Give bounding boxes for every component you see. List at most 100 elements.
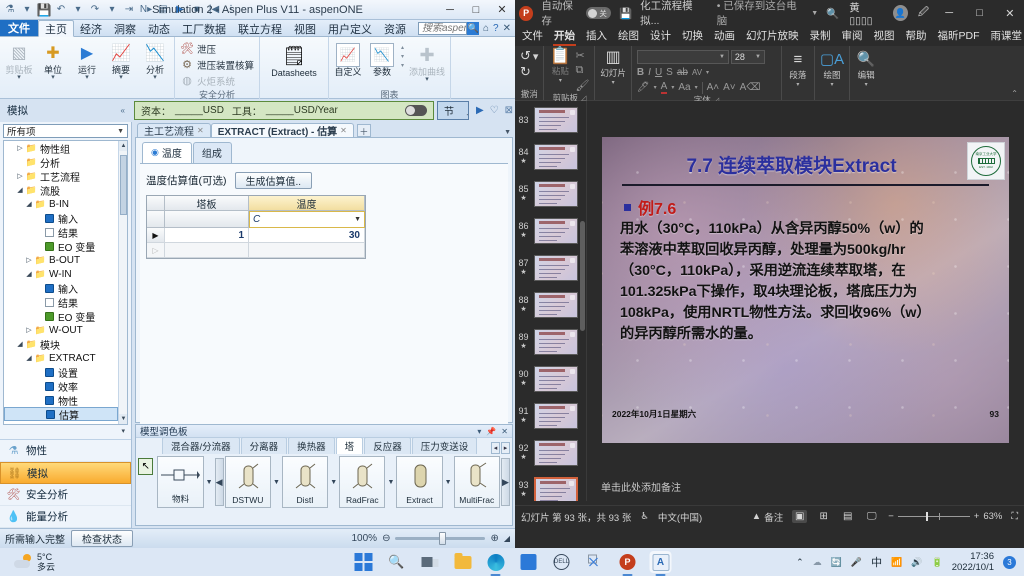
ppt-menu-绘图[interactable]: 绘图 [617, 27, 640, 45]
battery-icon[interactable]: 🔋 [932, 557, 943, 568]
energy-run-icon[interactable]: ▶ [476, 105, 484, 116]
undo-icon[interactable]: ↶ [54, 3, 68, 17]
ribbon-tab-view[interactable]: 视图 [288, 20, 322, 36]
thumbnail-image[interactable] [534, 254, 578, 281]
thumbnail-image[interactable] [534, 328, 578, 355]
quick-access-toolbar[interactable]: ⚗ ▾ 💾 ↶ ▾ ↷ ▾ ⇥ N▸ ▤ ▶ ■ |◀ ⋮ [0, 3, 238, 17]
chevron-down-icon[interactable]: ▼ [715, 54, 725, 60]
close-button[interactable]: ✕ [1000, 7, 1020, 20]
onedrive-icon[interactable]: ☁ [813, 557, 822, 568]
cell-stage[interactable] [165, 243, 249, 258]
slide-body-text[interactable]: 用水（30°C，110kPa）从含异丙醇50%（w）的 苯溶液中萃取回收异丙醇，处… [620, 219, 995, 345]
ribbon-tab-economics[interactable]: 经济 [74, 20, 108, 36]
run-button[interactable]: ▶ 运行 ▾ [71, 39, 103, 81]
chevron-down-icon[interactable]: ▾ [706, 69, 709, 76]
powerpoint-icon[interactable]: P [617, 551, 639, 576]
tree-item-模块[interactable]: ◢ 📁 模块 [4, 337, 118, 352]
dstwu-dropdown-icon[interactable]: ▼ [272, 479, 281, 486]
tree-item-分析[interactable]: 📁 分析 [4, 155, 118, 170]
relief-device-rating-button[interactable]: ⚙ 泄压装置核算 [178, 57, 256, 72]
palette-item-distl[interactable]: DistI [281, 456, 329, 508]
reinit-icon[interactable]: ▤ [156, 3, 170, 17]
language-label[interactable]: 中文(中国) [658, 510, 702, 524]
show-hidden-icons[interactable]: ⌃ [796, 557, 804, 568]
slide-thumbnail[interactable]: 87 ★ [515, 249, 586, 286]
accessibility-icon[interactable]: ♿ [640, 511, 649, 522]
pressure-relief-button[interactable]: 🛠 泄压 [178, 41, 256, 56]
palette-scroll-right[interactable]: ▶ [500, 458, 511, 506]
tree-item-结果[interactable]: 结果 [4, 295, 118, 310]
chevron-down-icon[interactable]: ▾ [695, 84, 698, 91]
new-tab-button[interactable]: ＋ [356, 124, 371, 137]
font-size-select[interactable]: 28 ▼ [730, 50, 765, 64]
palette-cat-mixers[interactable]: 混合器/分流器 [162, 437, 240, 454]
taskbar-center-icons[interactable]: 🔍 DELL P A [353, 551, 672, 576]
tree-item-工艺流程[interactable]: ▷ 📁 工艺流程 [4, 169, 118, 184]
units-button[interactable]: ✚ 单位 ▾ [37, 39, 69, 81]
doc-tab-flowsheet[interactable]: 主工艺流程 ✕ [137, 123, 211, 138]
thumbnail-image[interactable] [534, 291, 578, 318]
scroll-down-icon[interactable]: ▼ [119, 414, 127, 424]
slide-thumbnail[interactable]: 89 ★ [515, 323, 586, 360]
palette-items[interactable]: ↖ 物料 ▼ ◀ DSTWU ▼ DistI ▼ RadFrac ▼ Extra… [136, 454, 512, 510]
ime-icon[interactable]: 中 [871, 554, 882, 570]
energy-heart-icon[interactable]: ♡ [490, 105, 499, 116]
tree-item-b-out[interactable]: ▷ 📁 B-OUT [4, 253, 118, 267]
ribbon-tab-plantdata[interactable]: 工厂数据 [176, 20, 232, 36]
ppt-menu-帮助[interactable]: 帮助 [905, 27, 928, 45]
highlight-color-icon[interactable]: 🖊 [637, 82, 650, 93]
ppt-menu-幻灯片放映[interactable]: 幻灯片放映 [745, 27, 800, 45]
form-tabs[interactable]: ◉ 温度 组成 [136, 138, 512, 163]
aspen-icon[interactable]: A [649, 551, 672, 576]
zoom-out-icon[interactable]: ⊖ [382, 533, 390, 544]
sidebar-item-properties[interactable]: ⚗ 物性 [0, 440, 131, 462]
summary-button[interactable]: 📈 摘要 ▾ [105, 39, 137, 81]
zoom-slider[interactable] [897, 512, 970, 521]
aspen-zoom-control[interactable]: 100% ⊖ ⊕ ◢ [351, 532, 510, 545]
slideshow-button[interactable]: 🖵 [864, 510, 879, 523]
close-icon[interactable]: ✕ [197, 126, 204, 135]
redo-icon[interactable]: ↻ [520, 64, 531, 80]
current-slide[interactable]: 南京工业大学 EST. 1902 7.7 连续萃取模块Extract 例7.6 … [602, 137, 1009, 443]
paste-button[interactable]: 📋 粘贴 ▾ [549, 47, 571, 84]
collapse-ribbon-icon[interactable]: ✕ [503, 23, 511, 34]
tab-composition[interactable]: 组成 [192, 142, 232, 163]
slide-thumbnail[interactable]: 90 ★ [515, 360, 586, 397]
collapse-icon[interactable]: « [121, 106, 125, 115]
ppt-menu-审阅[interactable]: 审阅 [841, 27, 864, 45]
chevron-down-icon[interactable]: ▼ [354, 216, 361, 223]
chevron-down-icon[interactable]: ▾ [71, 3, 85, 17]
palette-item-material[interactable]: 物料 [157, 456, 204, 508]
palette-categories[interactable]: 混合器/分流器 分离器 换热器 塔 反应器 压力变送设 ◂ ▸ [136, 437, 512, 454]
energy-close-icon[interactable]: ⊠ [505, 105, 513, 116]
decrease-font-size-icon[interactable]: A˅ [723, 82, 736, 93]
chevron-down-icon[interactable]: ▾ [51, 74, 55, 81]
select-tool-button[interactable]: ↖ [138, 458, 154, 475]
scrollbar-thumb[interactable] [580, 221, 585, 331]
increase-font-size-icon[interactable]: A˄ [707, 82, 720, 93]
customize-qat-icon[interactable]: ⋮ [224, 3, 238, 17]
ppt-menu-切换[interactable]: 切换 [681, 27, 704, 45]
tree-item-w-in[interactable]: ◢ 📁 W-IN [4, 267, 118, 281]
home-icon[interactable]: ⌂ [483, 23, 489, 34]
drawing-button[interactable]: ▢A 绘图 ▾ [820, 52, 844, 89]
scrollbar-thumb[interactable] [120, 155, 127, 215]
custom-chart-button[interactable]: 📈 自定义 [332, 41, 364, 77]
cut-icon[interactable]: ✂ [575, 49, 589, 62]
font-style-row[interactable]: B I U S ab AV ▾ [637, 67, 776, 78]
tree-item-eo-变量[interactable]: EO 变量 [4, 309, 118, 324]
autosave-toggle[interactable]: 关 [586, 7, 612, 19]
nav-sections-collapse[interactable]: ▾ [0, 427, 131, 439]
slide-thumbnail[interactable]: 92 ★ [515, 434, 586, 471]
thumbnails-scrollbar[interactable] [579, 101, 586, 501]
ppt-menu-视图[interactable]: 视图 [873, 27, 896, 45]
chevron-down-icon[interactable]: ▾ [425, 76, 429, 83]
notes-pane[interactable]: 单击此处添加备注 [587, 475, 1024, 501]
palette-item-dstwu[interactable]: DSTWU [224, 456, 271, 508]
chevron-down-icon[interactable]: ▾ [20, 3, 34, 17]
temperature-grid[interactable]: 塔板 温度 C ▼ ▶ 1 30 ▷ [146, 195, 366, 259]
ribbon-right-icons[interactable]: ⌂ ? ✕ [479, 20, 515, 36]
palette-item-multifrac[interactable]: MultiFrac [453, 456, 500, 508]
taskview-icon[interactable] [419, 551, 441, 573]
table-row[interactable]: ▶ 1 30 [147, 228, 365, 243]
